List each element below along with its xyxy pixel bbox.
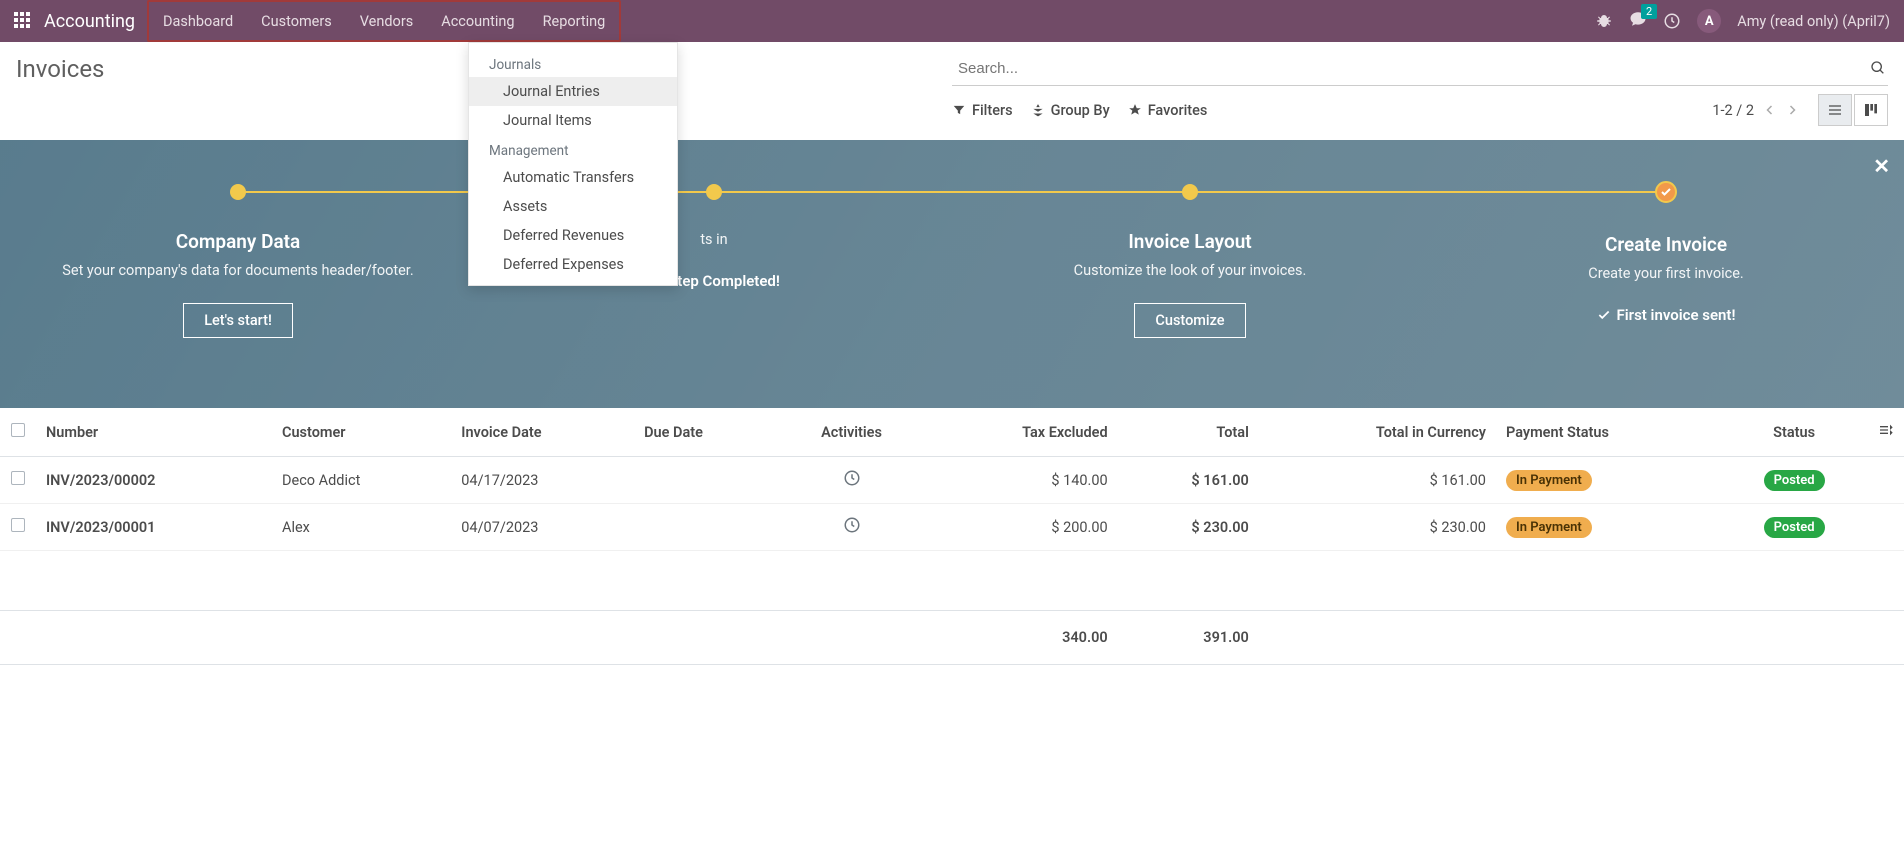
search-input[interactable]: [952, 52, 1888, 86]
row-checkbox[interactable]: [11, 518, 25, 532]
step-customize-button[interactable]: Customize: [1134, 303, 1245, 338]
favorites-button[interactable]: Favorites: [1128, 102, 1208, 119]
pager-text: 1-2 / 2: [1712, 102, 1754, 119]
pager-next-icon[interactable]: [1786, 104, 1798, 116]
dd-auto-transfers[interactable]: Automatic Transfers: [469, 163, 677, 192]
step-invoice-sent-label: First invoice sent!: [1597, 306, 1736, 324]
dd-journal-entries[interactable]: Journal Entries: [469, 77, 677, 106]
apps-icon[interactable]: [14, 12, 32, 30]
table-row[interactable]: INV/2023/00002 Deco Addict 04/17/2023 $ …: [0, 457, 1904, 504]
col-total[interactable]: Total: [1118, 408, 1259, 457]
dd-deferred-revenues[interactable]: Deferred Revenues: [469, 221, 677, 250]
invoices-table: Number Customer Invoice Date Due Date Ac…: [0, 408, 1904, 665]
nav-vendors[interactable]: Vendors: [346, 0, 427, 42]
col-customer[interactable]: Customer: [272, 408, 451, 457]
onboarding-banner: ✕ Company Data Set your company's data f…: [0, 140, 1904, 408]
groupby-button[interactable]: Group By: [1031, 102, 1110, 119]
dd-section-management: Management: [469, 135, 677, 163]
payment-badge: In Payment: [1506, 470, 1592, 491]
table-footer: 340.00 391.00: [0, 611, 1904, 665]
bug-icon[interactable]: [1595, 12, 1613, 30]
activity-clock-icon[interactable]: [843, 516, 861, 534]
columns-settings-icon[interactable]: [1878, 422, 1894, 438]
status-badge: Posted: [1764, 517, 1825, 538]
row-checkbox[interactable]: [11, 471, 25, 485]
filters-button[interactable]: Filters: [952, 102, 1013, 119]
nav-menu-highlight: Dashboard Customers Vendors Accounting R…: [147, 0, 621, 42]
step-invoice-layout: Invoice Layout Customize the look of you…: [952, 184, 1428, 408]
nav-customers[interactable]: Customers: [247, 0, 346, 42]
dd-section-journals: Journals: [469, 49, 677, 77]
step-create-invoice: Create Invoice Create your first invoice…: [1428, 184, 1904, 408]
avatar[interactable]: A: [1697, 9, 1721, 33]
col-activities[interactable]: Activities: [778, 408, 925, 457]
col-invoice-date[interactable]: Invoice Date: [451, 408, 634, 457]
dd-deferred-expenses[interactable]: Deferred Expenses: [469, 250, 677, 279]
activity-clock-icon[interactable]: [843, 469, 861, 487]
dd-assets[interactable]: Assets: [469, 192, 677, 221]
col-currency[interactable]: Total in Currency: [1259, 408, 1496, 457]
app-title[interactable]: Accounting: [44, 11, 135, 32]
step-company-data: Company Data Set your company's data for…: [0, 184, 476, 408]
messages-icon[interactable]: 2: [1629, 10, 1647, 32]
user-name[interactable]: Amy (read only) (April7): [1737, 13, 1890, 30]
nav-reporting[interactable]: Reporting: [529, 0, 620, 42]
nav-accounting[interactable]: Accounting: [427, 0, 528, 42]
navbar: Accounting Dashboard Customers Vendors A…: [0, 0, 1904, 42]
view-kanban-button[interactable]: [1854, 94, 1888, 126]
accounting-dropdown: Journals Journal Entries Journal Items M…: [468, 42, 678, 286]
pager-prev-icon[interactable]: [1764, 104, 1776, 116]
search-icon[interactable]: [1870, 60, 1886, 76]
select-all-checkbox[interactable]: [11, 423, 25, 437]
nav-dashboard[interactable]: Dashboard: [149, 0, 247, 42]
messages-badge: 2: [1641, 4, 1657, 19]
clock-icon[interactable]: [1663, 12, 1681, 30]
col-tax[interactable]: Tax Excluded: [925, 408, 1117, 457]
payment-badge: In Payment: [1506, 517, 1592, 538]
col-number[interactable]: Number: [36, 408, 272, 457]
col-payment[interactable]: Payment Status: [1496, 408, 1720, 457]
view-list-button[interactable]: [1818, 94, 1852, 126]
dd-journal-items[interactable]: Journal Items: [469, 106, 677, 135]
table-row[interactable]: INV/2023/00001 Alex 04/07/2023 $ 200.00 …: [0, 504, 1904, 551]
col-status[interactable]: Status: [1720, 408, 1868, 457]
status-badge: Posted: [1764, 470, 1825, 491]
col-due-date[interactable]: Due Date: [634, 408, 778, 457]
step-lets-start-button[interactable]: Let's start!: [183, 303, 293, 338]
